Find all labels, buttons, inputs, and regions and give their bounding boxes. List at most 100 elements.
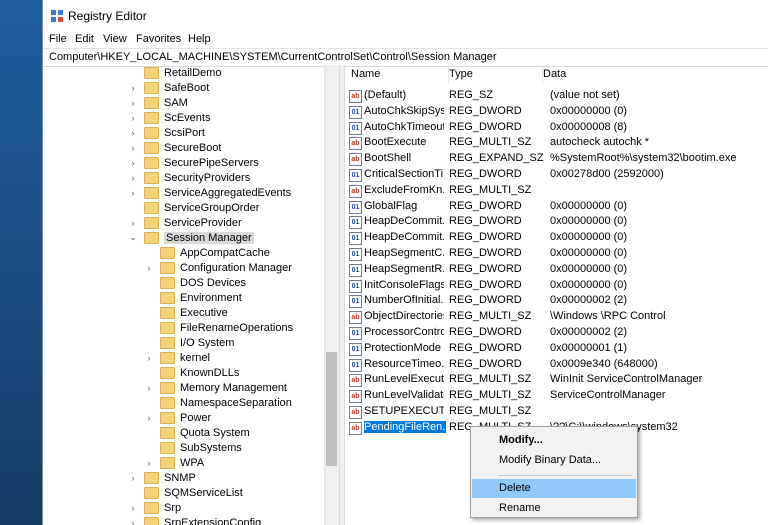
value-row[interactable]: 01 NumberOfInitial... REG_DWORD 0x00000002 …	[345, 293, 768, 309]
tree-item[interactable]: › ScsiPort	[127, 125, 205, 140]
tree-item-label: Session Manager	[164, 231, 254, 244]
expand-arrow-icon[interactable]: ›	[127, 83, 139, 93]
expand-arrow-icon[interactable]: ›	[143, 413, 155, 423]
value-row[interactable]: 01 GlobalFlag REG_DWORD 0x00000000 (0)	[345, 199, 768, 215]
expand-arrow-icon[interactable]: ›	[127, 503, 139, 513]
expand-arrow-icon[interactable]: ›	[127, 218, 139, 228]
tree-item-label: ServiceAggregatedEvents	[164, 186, 292, 199]
tree-item-label: SecurityProviders	[164, 171, 251, 184]
value-row[interactable]: 01AutoChkSkipSys... REG_DWORD 0x00000000 (…	[345, 104, 768, 120]
tree-item[interactable]: › SecurePipeServers	[127, 155, 259, 170]
menu-favorites[interactable]: Favorites	[136, 33, 181, 45]
context-menu: Modify... Modify Binary Data... Delete Rena…	[470, 426, 638, 518]
tree-scrollbar-thumb[interactable]	[326, 352, 337, 466]
menu-edit[interactable]: Edit	[75, 33, 94, 45]
column-header-name[interactable]: Name	[345, 65, 449, 84]
menu-view[interactable]: View	[103, 33, 127, 45]
context-menu-item[interactable]: Rename	[472, 499, 636, 518]
tree-item[interactable]: › SafeBoot	[127, 80, 209, 95]
expand-arrow-icon[interactable]: ›	[127, 113, 139, 123]
value-row[interactable]: ab SETUPEXECUTE REG_MULTI_SZ	[345, 404, 768, 420]
tree-item[interactable]: DOS Devices	[143, 275, 246, 290]
value-row[interactable]: 01 HeapDeCommit... REG_DWORD 0x00000000 (0)	[345, 214, 768, 230]
title-bar[interactable]: Registry Editor	[43, 0, 768, 31]
value-row[interactable]: 01 ProcessorControl REG_DWORD 0x00000002 (2…	[345, 325, 768, 341]
tree-item[interactable]: › SecureBoot	[127, 140, 221, 155]
tree-item[interactable]: › kernel	[143, 350, 210, 365]
value-row[interactable]: ab ExcludeFromKn... REG_MULTI_SZ	[345, 183, 768, 199]
expand-arrow-icon[interactable]: ›	[143, 383, 155, 393]
value-name: HeapSegmentC...	[364, 247, 444, 259]
collapse-arrow-icon[interactable]: ⌄	[127, 232, 139, 243]
tree-item[interactable]: Quota System	[143, 425, 250, 440]
value-row[interactable]: ab RunLevelExecute REG_MULTI_SZ WinInit Ser…	[345, 372, 768, 388]
value-row[interactable]: ab (Default) REG_SZ (value not set)	[345, 88, 768, 104]
context-menu-item[interactable]: Delete	[472, 479, 636, 498]
value-row[interactable]: 01 HeapSegmentC... REG_DWORD 0x00000000 (0)	[345, 246, 768, 262]
value-row[interactable]: ab BootExecute REG_MULTI_SZ autocheck autoc…	[345, 135, 768, 151]
tree-item[interactable]: Executive	[143, 305, 228, 320]
tree-item[interactable]: › ScEvents	[127, 110, 210, 125]
folder-icon	[144, 126, 159, 139]
expand-arrow-icon[interactable]: ›	[143, 458, 155, 468]
folder-icon	[144, 66, 159, 79]
expand-arrow-icon[interactable]: ›	[127, 143, 139, 153]
tree-item[interactable]: › Power	[143, 410, 211, 425]
value-row[interactable]: 01 ProtectionMode REG_DWORD 0x00000001 (1)	[345, 341, 768, 357]
tree-item[interactable]: › WPA	[143, 455, 204, 470]
tree-item-label: Power	[180, 411, 212, 424]
tree-item[interactable]: › Configuration Manager	[143, 260, 292, 275]
tree-item[interactable]: › Memory Management	[143, 380, 287, 395]
menu-help[interactable]: Help	[188, 33, 211, 45]
tree-item[interactable]: › SecurityProviders	[127, 170, 250, 185]
window-title: Registry Editor	[68, 9, 147, 23]
tree-item[interactable]: I/O System	[143, 335, 234, 350]
tree-item[interactable]: SubSystems	[143, 440, 242, 455]
tree-item[interactable]: RetailDemo	[127, 65, 221, 80]
tree-item[interactable]: FileRenameOperations	[143, 320, 293, 335]
value-row[interactable]: ab RunLevelValidate REG_MULTI_SZ ServiceCon…	[345, 388, 768, 404]
value-data: 0x00000000 (0)	[550, 247, 628, 259]
column-header-type[interactable]: Type	[443, 65, 543, 84]
tree-item[interactable]: ServiceGroupOrder	[127, 200, 259, 215]
string-value-icon: ab	[349, 153, 362, 167]
menu-file[interactable]: File	[49, 33, 67, 45]
tree-item-label: ServiceGroupOrder	[164, 201, 260, 214]
value-row[interactable]: ab BootShell REG_EXPAND_SZ %SystemRoot%\sys…	[345, 151, 768, 167]
expand-arrow-icon[interactable]: ›	[127, 128, 139, 138]
string-value-icon: ab	[349, 311, 362, 325]
folder-icon	[144, 171, 159, 184]
tree-item[interactable]: SQMServiceList	[127, 485, 243, 500]
address-path[interactable]: Computer\HKEY_LOCAL_MACHINE\SYSTEM\Curre…	[49, 51, 497, 63]
tree-item[interactable]: ⌄ Session Manager	[127, 230, 254, 245]
expand-arrow-icon[interactable]: ›	[127, 473, 139, 483]
context-menu-item[interactable]: Modify...	[472, 431, 636, 450]
value-row[interactable]: 01 HeapDeCommit... REG_DWORD 0x00000000 (0)	[345, 230, 768, 246]
value-row[interactable]: 01 CriticalSectionTi... REG_DWORD 0x00278d0…	[345, 167, 768, 183]
tree-item[interactable]: › SrpExtensionConfig	[127, 515, 261, 525]
expand-arrow-icon[interactable]: ›	[127, 188, 139, 198]
tree-item[interactable]: › ServiceAggregatedEvents	[127, 185, 291, 200]
context-menu-item[interactable]: Modify Binary Data...	[472, 451, 636, 470]
expand-arrow-icon[interactable]: ›	[127, 518, 139, 525]
tree-item[interactable]: › ServiceProvider	[127, 215, 242, 230]
value-row[interactable]: 01 HeapSegmentR... REG_DWORD 0x00000000 (0)	[345, 262, 768, 278]
value-row[interactable]: 01 ResourceTimeo... REG_DWORD 0x0009e340 (6…	[345, 357, 768, 373]
tree-item[interactable]: Environment	[143, 290, 242, 305]
expand-arrow-icon[interactable]: ›	[143, 263, 155, 273]
expand-arrow-icon[interactable]: ›	[127, 158, 139, 168]
expand-arrow-icon[interactable]: ›	[143, 353, 155, 363]
tree-item[interactable]: › SNMP	[127, 470, 196, 485]
value-row[interactable]: 01 InitConsoleFlags REG_DWORD 0x00000000 (0…	[345, 278, 768, 294]
expand-arrow-icon[interactable]: ›	[127, 98, 139, 108]
column-header-data[interactable]: Data	[537, 65, 763, 84]
value-row[interactable]: 01 AutoChkTimeout REG_DWORD 0x00000008 (8)	[345, 120, 768, 136]
tree-item[interactable]: KnownDLLs	[143, 365, 239, 380]
tree-item[interactable]: NamespaceSeparation	[143, 395, 292, 410]
tree-item-label: SubSystems	[180, 441, 242, 454]
tree-item[interactable]: › SAM	[127, 95, 188, 110]
expand-arrow-icon[interactable]: ›	[127, 173, 139, 183]
tree-item[interactable]: › Srp	[127, 500, 181, 515]
tree-item[interactable]: AppCompatCache	[143, 245, 270, 260]
value-row[interactable]: ab ObjectDirectories REG_MULTI_SZ \Windows …	[345, 309, 768, 325]
